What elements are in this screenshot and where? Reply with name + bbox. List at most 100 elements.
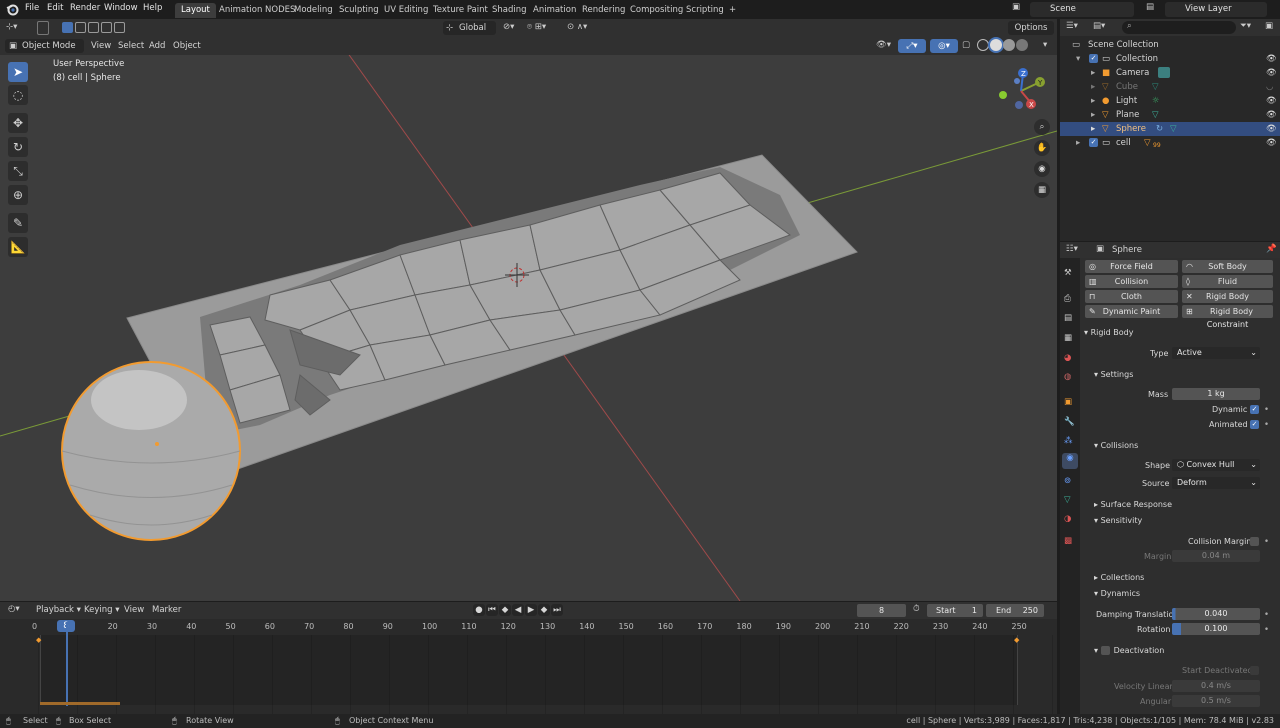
- vp-menu-select[interactable]: Select: [118, 41, 144, 51]
- start-frame-field[interactable]: Start 1: [927, 604, 983, 617]
- fluid-button[interactable]: ◊ Fluid: [1182, 275, 1273, 288]
- 3d-viewport[interactable]: User Perspective (8) cell | Sphere ➤ ◌ ✥…: [0, 55, 1057, 601]
- outliner-row-collection[interactable]: ▾ ✓ ▭ Collection 👁: [1060, 52, 1280, 66]
- view-layer-icon[interactable]: ▤: [1146, 2, 1160, 12]
- world-tab-icon[interactable]: ◍: [1064, 372, 1071, 382]
- output-tab-icon[interactable]: ▤: [1064, 313, 1072, 323]
- visibility-eye-icon[interactable]: 👁: [1266, 122, 1277, 136]
- modifier-tab-icon[interactable]: 🔧: [1064, 417, 1075, 427]
- transform-tool-icon[interactable]: ⊕: [8, 185, 28, 205]
- keyframe-dot-icon[interactable]: •: [1264, 625, 1269, 635]
- rigid-body-button[interactable]: ✕ Rigid Body: [1182, 290, 1273, 303]
- orientation-selector[interactable]: ⊹ Global: [443, 21, 496, 35]
- outliner-row-plane[interactable]: ▸ ▽ Plane ▽ 👁: [1060, 108, 1280, 122]
- add-workspace-button[interactable]: +: [723, 3, 742, 18]
- dynamic-checkbox[interactable]: ✓: [1250, 405, 1259, 414]
- timeline-menu-playback[interactable]: Playback ▾: [36, 605, 81, 615]
- collisions-panel-header[interactable]: ▾ Collisions: [1094, 441, 1138, 450]
- visibility-eye-icon[interactable]: 👁: [1266, 66, 1277, 80]
- object-tab-icon[interactable]: ▣: [1064, 397, 1072, 407]
- visibility-eye-icon[interactable]: 👁: [1266, 94, 1277, 108]
- shape-dropdown[interactable]: ⬡ Convex Hull ⌄: [1172, 459, 1260, 471]
- vp-menu-object[interactable]: Object: [173, 41, 201, 51]
- current-frame-field[interactable]: 8: [857, 604, 906, 617]
- scene-selector[interactable]: Scene: [1030, 2, 1134, 17]
- editor-type-icon[interactable]: ⊹▾: [6, 22, 17, 32]
- data-tab-icon[interactable]: ▽: [1064, 495, 1071, 505]
- margin-field[interactable]: 0.04 m: [1172, 550, 1260, 562]
- timeline-ruler[interactable]: 0 20 30 40 50 60 70 80 90 100 110 120 130 140 150 160 17…: [0, 619, 1057, 635]
- end-frame-field[interactable]: End 250: [986, 604, 1044, 617]
- dynamics-header[interactable]: ▾ Dynamics: [1094, 589, 1140, 598]
- outliner-row-sphere[interactable]: ▸ ▽ Sphere ↻ ▽ 👁: [1060, 122, 1280, 136]
- expand-arrow-icon[interactable]: ▸: [1076, 136, 1080, 150]
- checkbox-icon[interactable]: ✓: [1089, 138, 1098, 147]
- vp-menu-add[interactable]: Add: [149, 41, 165, 51]
- keyframe-dot-icon[interactable]: •: [1264, 405, 1269, 415]
- pin-icon[interactable]: 📌: [1266, 244, 1277, 254]
- force-field-button[interactable]: ◎ Force Field: [1085, 260, 1178, 273]
- select-invert-icon[interactable]: [101, 22, 112, 33]
- expand-arrow-icon[interactable]: ▾: [1076, 52, 1080, 66]
- outliner-row-light[interactable]: ▸ ● Light ☼ 👁: [1060, 94, 1280, 108]
- select-extend-icon[interactable]: [75, 22, 86, 33]
- measure-tool-icon[interactable]: 📐: [8, 237, 28, 257]
- menu-help[interactable]: Help: [143, 3, 162, 13]
- prev-keyframe-icon[interactable]: ◆: [499, 604, 511, 616]
- rigid-body-constraint-button[interactable]: ⊞ Rigid Body Constraint: [1182, 305, 1273, 329]
- playhead-line[interactable]: [66, 622, 68, 706]
- timeline-menu-marker[interactable]: Marker: [152, 605, 181, 615]
- blender-logo-icon[interactable]: [6, 3, 19, 16]
- overlay-toggle-icon[interactable]: ◎▾: [930, 39, 958, 53]
- snap-icon[interactable]: ⌾ ⊞▾: [527, 22, 546, 32]
- jump-end-icon[interactable]: ⏭: [551, 604, 563, 616]
- tab-modeling[interactable]: Modeling: [288, 3, 339, 18]
- ortho-toggle-icon[interactable]: ▦: [1034, 182, 1050, 198]
- visibility-icon[interactable]: 👁▾: [876, 40, 891, 50]
- outliner-row-camera[interactable]: ▸ ■ Camera 👁: [1060, 66, 1280, 80]
- render-tab-icon[interactable]: ⎙: [1064, 294, 1071, 304]
- dynamic-paint-button[interactable]: ✎ Dynamic Paint: [1085, 305, 1178, 318]
- expand-arrow-icon[interactable]: ▸: [1091, 80, 1095, 94]
- menu-file[interactable]: File: [25, 3, 39, 13]
- properties-editor-icon[interactable]: ☷▾: [1066, 244, 1078, 254]
- timeline-editor-icon[interactable]: ◴▾: [8, 604, 20, 614]
- rotate-tool-icon[interactable]: ↻: [8, 137, 28, 157]
- expand-arrow-icon[interactable]: ▸: [1091, 122, 1095, 136]
- collections-header[interactable]: ▸ Collections: [1094, 573, 1144, 582]
- pivot-icon[interactable]: ⊘▾: [503, 22, 514, 32]
- proportional-edit-icon[interactable]: ⊙ ∧▾: [567, 22, 587, 32]
- select-new-icon[interactable]: [62, 22, 73, 33]
- keyframe-icon[interactable]: ◆: [1014, 636, 1019, 644]
- select-intersect-icon[interactable]: [114, 22, 125, 33]
- shading-options-icon[interactable]: ▾: [1043, 40, 1047, 50]
- keyframe-dot-icon[interactable]: •: [1264, 420, 1269, 430]
- annotate-tool-icon[interactable]: ✎: [8, 213, 28, 233]
- scene-icon[interactable]: ▣: [1012, 2, 1026, 16]
- wireframe-shading-icon[interactable]: [977, 39, 989, 51]
- display-mode-icon[interactable]: ▤▾: [1093, 21, 1105, 31]
- settings-panel-header[interactable]: ▾ Settings: [1094, 370, 1133, 379]
- particles-tab-icon[interactable]: ⁂: [1064, 436, 1073, 446]
- menu-edit[interactable]: Edit: [47, 3, 63, 13]
- material-tab-icon[interactable]: ◑: [1064, 514, 1071, 524]
- timeline-menu-keying[interactable]: Keying ▾: [84, 605, 120, 615]
- cloth-button[interactable]: ⊓ Cloth: [1085, 290, 1178, 303]
- rigid-body-panel-header[interactable]: ▾ Rigid Body: [1084, 328, 1133, 337]
- play-icon[interactable]: ▶: [525, 604, 537, 616]
- material-shading-icon[interactable]: [1003, 39, 1015, 51]
- jump-start-icon[interactable]: ⏮: [486, 604, 498, 616]
- tab-sculpting[interactable]: Sculpting: [333, 3, 385, 18]
- view-layer-selector[interactable]: View Layer: [1165, 2, 1267, 17]
- scene-tab-icon[interactable]: ◕: [1064, 353, 1071, 363]
- checkbox-icon[interactable]: ✓: [1089, 54, 1098, 63]
- keyframe-dot-icon[interactable]: •: [1264, 537, 1269, 547]
- outliner-search-input[interactable]: ⌕: [1122, 21, 1236, 34]
- solid-shading-icon[interactable]: [990, 39, 1002, 51]
- options-dropdown[interactable]: Options: [1008, 21, 1054, 35]
- move-tool-icon[interactable]: ✥: [8, 113, 28, 133]
- zoom-icon[interactable]: ⌕: [1034, 119, 1050, 135]
- navigation-gizmo[interactable]: Y Z X: [995, 65, 1055, 117]
- xray-icon[interactable]: ▢: [962, 40, 970, 50]
- soft-body-button[interactable]: ◠ Soft Body: [1182, 260, 1273, 273]
